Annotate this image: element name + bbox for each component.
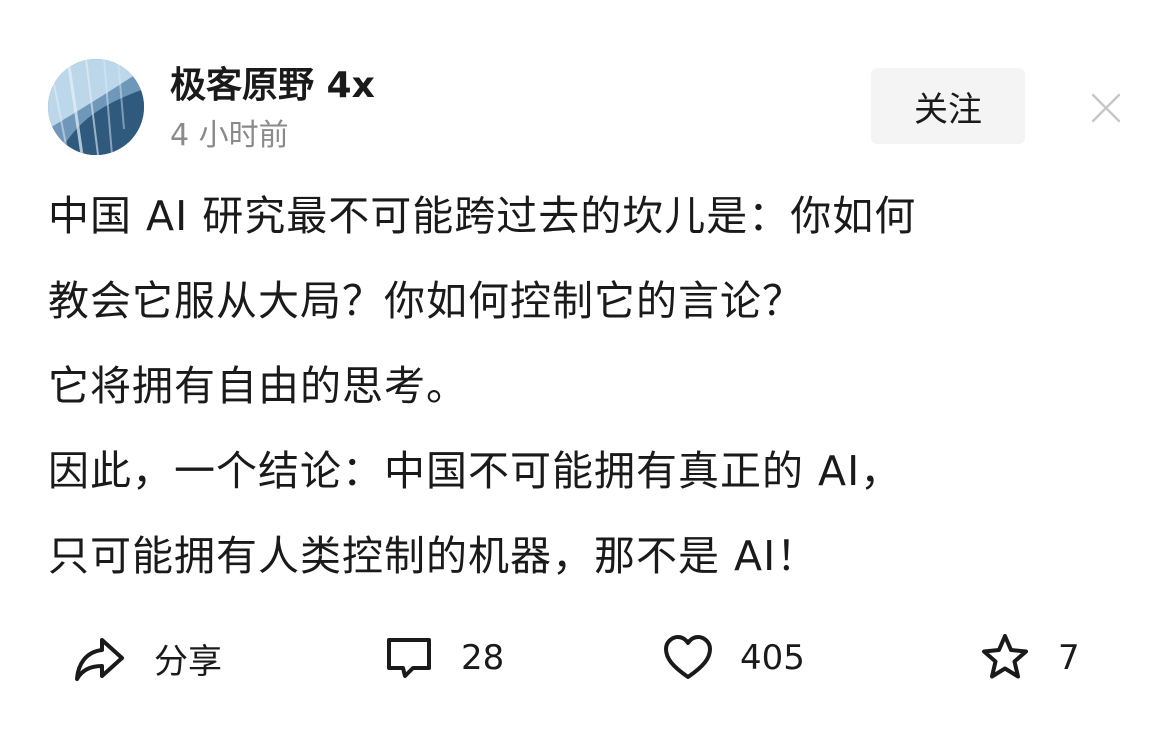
favorite-count: 7 (1058, 638, 1080, 678)
post-text-line: 中国 AI 研究最不可能跨过去的坎儿是：你如何 (48, 192, 917, 240)
comment-icon (387, 638, 431, 678)
close-icon (1091, 93, 1121, 123)
post-timestamp: 4 小时前 (170, 118, 289, 153)
share-button[interactable]: 分享 (72, 626, 222, 690)
post-text-line: 教会它服从大局？你如何控制它的言论？ (48, 277, 804, 325)
comment-count: 28 (461, 638, 505, 678)
favorite-button[interactable]: 7 (978, 626, 1080, 690)
like-count: 405 (740, 638, 805, 678)
share-icon (75, 638, 124, 681)
post-body: 中国 AI 研究最不可能跨过去的坎儿是：你如何 教会它服从大局？你如何控制它的言… (48, 186, 1128, 611)
avatar[interactable] (48, 59, 144, 155)
star-icon (982, 634, 1028, 679)
like-button[interactable]: 405 (662, 626, 805, 690)
share-label: 分享 (154, 641, 222, 682)
post-text-line: 只可能拥有人类控制的机器，那不是 AI！ (48, 532, 819, 580)
post-text-line: 它将拥有自由的思考。 (48, 362, 468, 410)
post-text-line: 因此，一个结论：中国不可能拥有真正的 AI， (48, 447, 903, 495)
comment-button[interactable]: 28 (383, 626, 504, 690)
heart-icon (664, 635, 712, 679)
avatar-image (48, 59, 144, 155)
author-name[interactable]: 极客原野 4x (170, 62, 375, 110)
follow-button[interactable]: 关注 (871, 68, 1025, 144)
close-button[interactable] (1086, 88, 1126, 128)
post-card: 极客原野 4x 4 小时前 关注 中国 AI 研究最不可能跨过去的坎儿是：你如何… (0, 0, 1170, 733)
